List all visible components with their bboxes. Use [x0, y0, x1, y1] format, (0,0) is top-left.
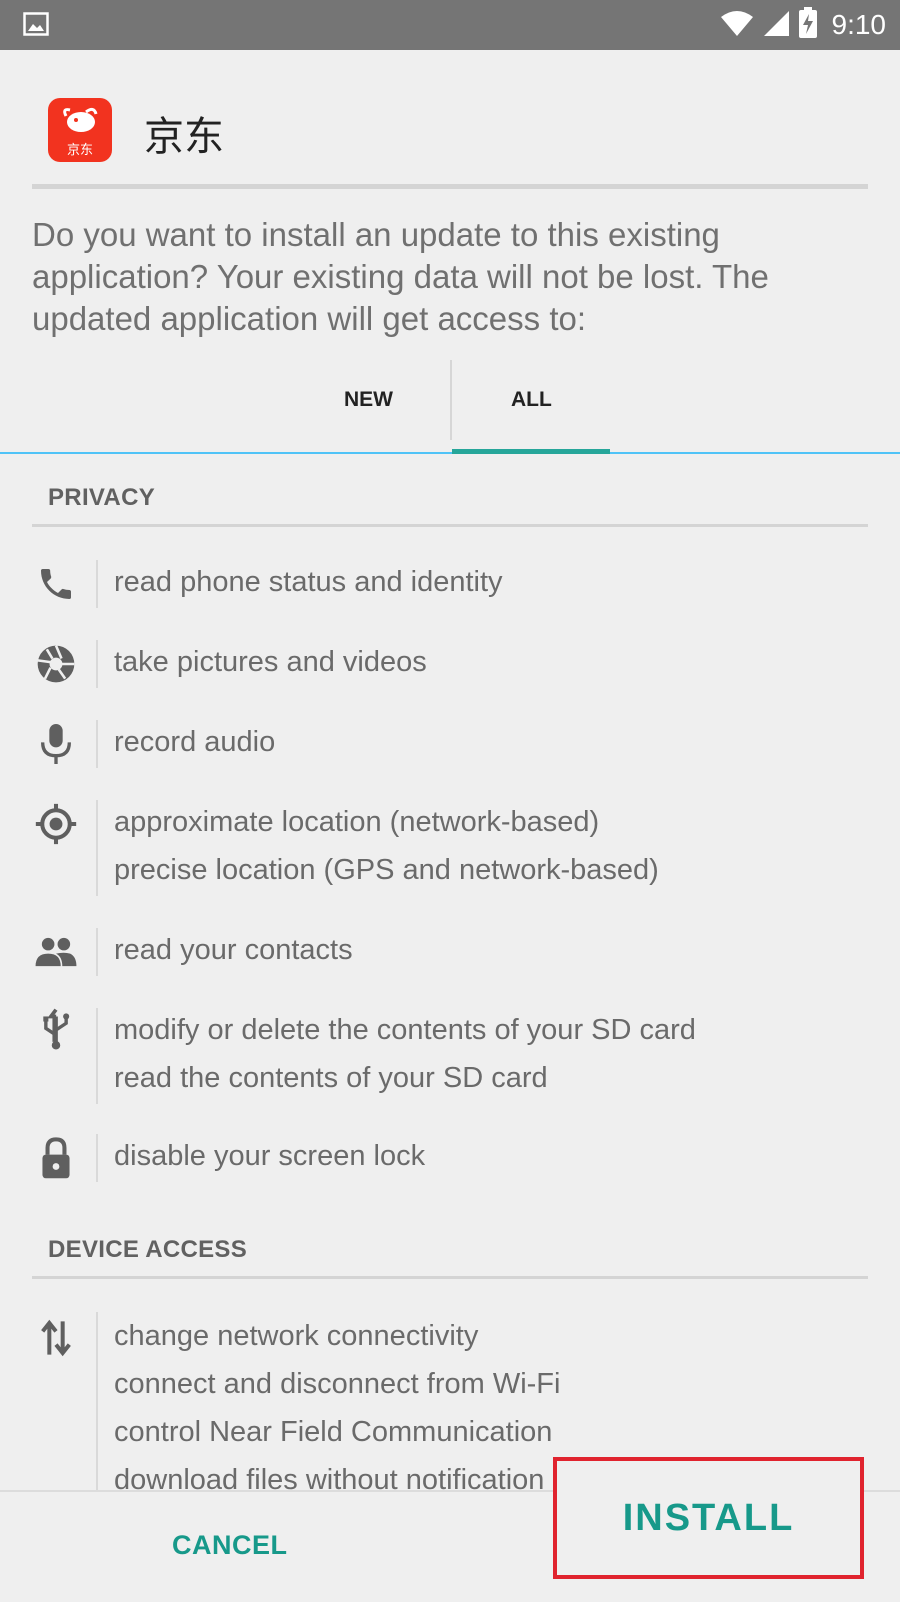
contacts-icon: [34, 930, 78, 974]
microphone-icon: [34, 722, 78, 766]
permission-text: read phone status and identity: [114, 566, 503, 598]
header-divider: [32, 184, 868, 189]
permission-separator: [96, 560, 98, 608]
permission-separator: [96, 1134, 98, 1182]
signal-icon: [762, 9, 790, 42]
permission-separator: [96, 1312, 98, 1490]
permission-text: disable your screen lock: [114, 1140, 426, 1172]
permission-text: connect and disconnect from Wi-Fi: [114, 1368, 561, 1400]
lock-icon: [34, 1136, 78, 1180]
permission-text: record audio: [114, 726, 276, 758]
camera-icon: [34, 642, 78, 686]
status-bar: 9:10: [0, 0, 900, 50]
permission-text: approximate location (network-based): [114, 806, 600, 838]
battery-charging-icon: [798, 6, 818, 44]
privacy-divider: [32, 524, 868, 527]
permission-text: control Near Field Communication: [114, 1416, 553, 1448]
permission-separator: [96, 640, 98, 688]
cancel-button[interactable]: CANCEL: [172, 1530, 288, 1561]
permission-text: take pictures and videos: [114, 646, 427, 678]
permission-text: change network connectivity: [114, 1320, 479, 1352]
permission-text: modify or delete the contents of your SD…: [114, 1014, 696, 1046]
permission-separator: [96, 800, 98, 896]
tab-all[interactable]: ALL: [511, 388, 552, 412]
location-icon: [34, 802, 78, 846]
permission-text: precise location (GPS and network-based): [114, 854, 659, 886]
permission-text: read the contents of your SD card: [114, 1062, 548, 1094]
tab-separator: [450, 360, 452, 440]
permission-separator: [96, 720, 98, 768]
permission-separator: [96, 1008, 98, 1104]
permission-separator: [96, 928, 98, 976]
usb-icon: [34, 1008, 78, 1052]
section-title-privacy: PRIVACY: [48, 484, 156, 511]
phone-icon: [34, 562, 78, 606]
tabs-underline: [0, 452, 900, 454]
section-title-device-access: DEVICE ACCESS: [48, 1236, 248, 1263]
app-name: 京东: [144, 114, 224, 160]
app-icon-label: 京东: [66, 143, 93, 158]
permission-text: read your contacts: [114, 934, 353, 966]
tab-selected-indicator: [452, 449, 610, 454]
install-button[interactable]: INSTALL: [623, 1497, 795, 1540]
image-icon: [23, 12, 49, 41]
install-button-highlight: INSTALL: [553, 1457, 864, 1579]
wifi-icon: [720, 9, 754, 42]
device-access-divider: [32, 1276, 868, 1279]
install-message: Do you want to install an update to this…: [32, 216, 769, 337]
app-icon: 京东: [48, 98, 112, 162]
network-arrows-icon: [34, 1316, 78, 1360]
status-time: 9:10: [831, 9, 887, 40]
tab-new[interactable]: NEW: [344, 388, 393, 412]
